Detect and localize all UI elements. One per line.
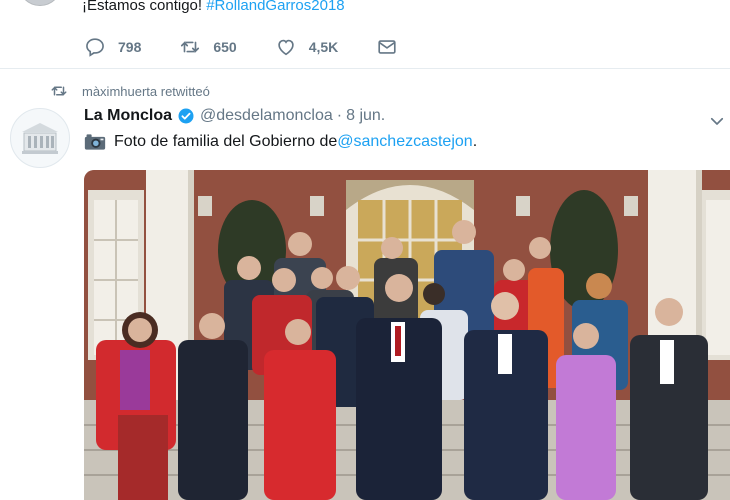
account-name[interactable]: La Moncloa	[84, 107, 172, 125]
tweet-date[interactable]: 8 jun.	[346, 107, 385, 125]
account-handle[interactable]: @desdelamoncloa	[200, 107, 333, 125]
retweet-button[interactable]: 650	[179, 36, 237, 58]
verified-icon	[178, 108, 194, 124]
retweet-context[interactable]: màximhuerta retwitteó	[50, 82, 210, 100]
tweet-text: Foto de familia del Gobierno de @sanchez…	[84, 133, 477, 151]
tweet-photo[interactable]	[84, 170, 730, 500]
previous-avatar[interactable]	[18, 0, 62, 6]
reply-icon	[86, 38, 104, 57]
like-button[interactable]: 4,5K	[275, 36, 339, 58]
retweet-count: 650	[213, 39, 237, 55]
previous-tweet-text: ¡Estamos contigo! #RollandGarros2018	[82, 0, 345, 14]
retweet-icon	[181, 40, 200, 54]
like-icon	[278, 39, 294, 56]
direct-message-button[interactable]	[376, 36, 410, 58]
caret-down-icon[interactable]	[708, 112, 726, 130]
separator: ·	[336, 107, 343, 124]
reply-button[interactable]: 798	[84, 36, 141, 58]
avatar[interactable]	[10, 108, 70, 168]
retweet-context-label: màximhuerta retwitteó	[82, 83, 210, 99]
tweet-body: Foto de familia del Gobierno de	[114, 133, 338, 150]
message-icon	[378, 40, 396, 54]
camera-icon	[84, 134, 106, 150]
reply-count: 798	[118, 39, 142, 55]
retweet-icon	[51, 85, 67, 97]
tweet-header: La Moncloa @desdelamoncloa · 8 jun.	[84, 107, 385, 125]
mention-link[interactable]: @sanchezcastejon	[337, 133, 472, 151]
previous-tweet-body: ¡Estamos contigo!	[82, 0, 207, 14]
hashtag-link[interactable]: #RollandGarros2018	[206, 0, 344, 14]
tweet-divider	[0, 68, 730, 69]
building-logo	[22, 123, 58, 154]
tweet-actions: 798 650 4,5K	[84, 33, 448, 61]
tweet-body-end: .	[472, 133, 478, 150]
group-photo	[84, 170, 730, 500]
like-count: 4,5K	[308, 39, 339, 55]
